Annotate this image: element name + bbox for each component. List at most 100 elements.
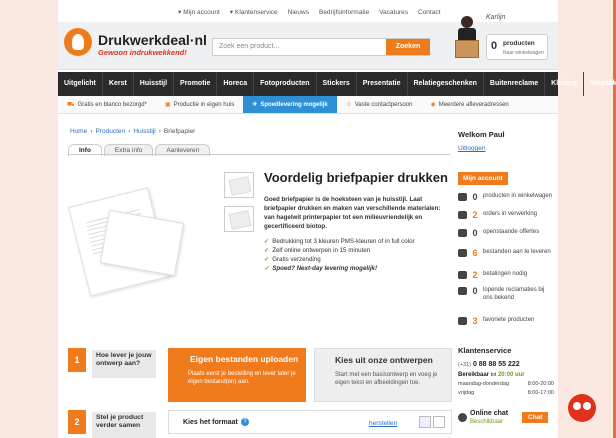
topnav-contact[interactable]: Contact bbox=[418, 8, 440, 16]
mascot-karlijn-image bbox=[452, 14, 482, 70]
quote-icon bbox=[458, 229, 467, 237]
nav-item-stickers[interactable]: Stickers bbox=[317, 72, 357, 96]
cart-count: 0 bbox=[491, 40, 498, 52]
stat-orders[interactable]: 2 orders in verwerking bbox=[458, 210, 554, 220]
topnav-klantenservice[interactable]: ▾ Klantenservice bbox=[230, 8, 278, 17]
mascot-name: Karlijn bbox=[486, 14, 506, 21]
reachable-label: Bereikbaar tot 20:00 uur bbox=[458, 372, 525, 378]
topnav-nieuws[interactable]: Nieuws bbox=[288, 8, 309, 16]
chat-status: Beschikbaar bbox=[470, 419, 504, 425]
factory-icon: ▣ bbox=[164, 101, 171, 108]
stat-cart[interactable]: 0 producten in winkelwagen bbox=[458, 192, 554, 202]
logo-subtitle: Gewoon indrukwekkend! bbox=[98, 48, 187, 57]
nav-item-fotoproducten[interactable]: Fotoproducten bbox=[254, 72, 317, 96]
person-icon: ☺ bbox=[345, 101, 352, 108]
nav-item-kerst[interactable]: Kerst bbox=[103, 72, 134, 96]
stat-payments[interactable]: 2 betalingen nodig bbox=[458, 270, 554, 280]
feature-item: ✓ Spoed? Next-day levering mogelijk! bbox=[264, 265, 378, 272]
upload-own-files-option[interactable]: Eigen bestanden uploaden Plaats eerst je… bbox=[168, 348, 306, 402]
usp-spoedlevering[interactable]: ✈ Spoedlevering mogelijk bbox=[243, 96, 337, 113]
nav-item-verpakking[interactable]: Verpakking bbox=[584, 72, 616, 96]
nav-item-kleding[interactable]: Kleding bbox=[545, 72, 584, 96]
breadcrumb-home[interactable]: Home bbox=[70, 128, 87, 135]
usp-gratis-bezorgd[interactable]: ⛟ Gratis en blanco bezorgd* bbox=[58, 96, 156, 113]
list-view-icon[interactable] bbox=[433, 416, 445, 428]
help-icon[interactable]: ? bbox=[241, 418, 249, 426]
check-icon: ✓ bbox=[264, 265, 270, 272]
search-button[interactable]: Zoeken bbox=[386, 39, 430, 55]
stat-files[interactable]: 6 bestanden aan te leveren bbox=[458, 248, 554, 258]
stat-complaints[interactable]: 0 lopende reclamaties bij ons bekend bbox=[458, 286, 554, 302]
breadcrumb-current: Briefpapier bbox=[163, 128, 196, 135]
design-description: Start met een basisontwerp en voeg je ei… bbox=[335, 372, 438, 386]
phone-number[interactable]: (+31) 0 88 88 55 222 bbox=[458, 361, 554, 368]
nav-item-presentatie[interactable]: Presentatie bbox=[357, 72, 408, 96]
page-container: ▾ Mijn account ▾ Klantenservice Nieuws B… bbox=[58, 0, 616, 438]
usp-bar: ⛟ Gratis en blanco bezorgd* ▣ Productie in… bbox=[58, 96, 558, 114]
format-selector-row: Kies het formaat ? herstellen bbox=[168, 410, 452, 434]
nav-item-uitgelicht[interactable]: Uitgelicht bbox=[58, 72, 103, 96]
chat-button[interactable]: Chat bbox=[522, 412, 549, 423]
breadcrumb-huisstijl[interactable]: Huisstijl bbox=[133, 128, 155, 135]
top-navigation: ▾ Mijn account ▾ Klantenservice Nieuws B… bbox=[178, 8, 440, 17]
step-label: Hoe lever je jouw ontwerp aan? bbox=[92, 350, 156, 378]
heart-icon bbox=[458, 317, 467, 325]
alert-icon bbox=[458, 287, 467, 295]
feature-item: ✓ Gratis verzending bbox=[264, 256, 321, 263]
topnav-mijn-account[interactable]: ▾ Mijn account bbox=[178, 8, 220, 17]
cart-label: producten bbox=[503, 40, 535, 47]
usp-afleveradressen[interactable]: ◉ Meerdere afleveradressen bbox=[421, 96, 517, 113]
clock-icon bbox=[458, 211, 467, 219]
nav-item-promotie[interactable]: Promotie bbox=[174, 72, 218, 96]
euro-icon bbox=[458, 271, 467, 279]
account-sidebar: Welkom Paul Uitloggen Mijn account 0 prod… bbox=[458, 130, 554, 326]
main-navigation: Uitgelicht Kerst Huisstijl Promotie Hore… bbox=[58, 72, 616, 96]
site-header: Drukwerkdeal·nl Gewoon indrukwekkend! Zo… bbox=[58, 14, 558, 70]
check-icon: ✓ bbox=[264, 238, 270, 245]
usp-productie[interactable]: ▣ Productie in eigen huis bbox=[156, 96, 243, 113]
rocket-icon: ✈ bbox=[252, 101, 258, 108]
tab-divider bbox=[68, 154, 450, 155]
topnav-bedrijfsinformatie[interactable]: Bedrijfsinformatie bbox=[319, 8, 369, 16]
topnav-vacatures[interactable]: Vacatures bbox=[379, 8, 408, 16]
upload-description: Plaats eerst je bestelling en lever late… bbox=[188, 371, 296, 385]
chat-title: Online chat bbox=[470, 410, 509, 417]
hours-row: maandag-donderdag 8:00-20:00 bbox=[458, 381, 554, 387]
format-label: Kies het formaat bbox=[183, 419, 238, 426]
truck-icon: ⛟ bbox=[67, 101, 75, 108]
customer-service-heading: Klantenservice bbox=[458, 346, 512, 355]
cart-link[interactable]: Naar winkelwagen bbox=[503, 50, 544, 56]
nav-item-buitenreclame[interactable]: Buitenreclame bbox=[484, 72, 546, 96]
logo-title[interactable]: Drukwerkdeal·nl bbox=[98, 32, 207, 48]
chat-icon bbox=[458, 413, 467, 422]
nav-item-horeca[interactable]: Horeca bbox=[217, 72, 255, 96]
check-icon: ✓ bbox=[264, 256, 270, 263]
welcome-text: Welkom Paul bbox=[458, 130, 505, 139]
my-account-button[interactable]: Mijn account bbox=[458, 172, 508, 185]
step-number: 2 bbox=[68, 410, 86, 434]
page-background-right bbox=[558, 0, 616, 438]
design-title: Kies uit onze ontwerpen bbox=[335, 355, 433, 365]
check-icon: ✓ bbox=[264, 247, 270, 254]
cart-icon bbox=[458, 193, 467, 201]
product-features: ✓ Bedrukking tot 3 kleuren PMS-kleuren of… bbox=[264, 237, 454, 273]
reset-link[interactable]: herstellen bbox=[369, 420, 397, 427]
logout-link[interactable]: Uitloggen bbox=[458, 145, 554, 152]
breadcrumb-producten[interactable]: Producten bbox=[96, 128, 126, 135]
customer-service-panel: Klantenservice (+31) 0 88 88 55 222 Bere… bbox=[458, 346, 554, 396]
nav-item-relatiegeschenken[interactable]: Relatiegeschenken bbox=[408, 72, 484, 96]
usp-contactpersoon[interactable]: ☺ Vaste contactpersoon bbox=[337, 96, 422, 113]
logo-icon[interactable] bbox=[64, 28, 92, 56]
product-thumbnail[interactable] bbox=[224, 206, 254, 232]
hours-row: vrijdag 8:00-17:00 bbox=[458, 390, 554, 396]
upload-icon bbox=[458, 249, 467, 257]
cart-widget[interactable]: 0 producten Naar winkelwagen bbox=[486, 34, 548, 60]
nav-item-huisstijl[interactable]: Huisstijl bbox=[134, 72, 175, 96]
product-thumbnail[interactable] bbox=[224, 172, 254, 198]
stat-quotes[interactable]: 0 openstaande offertes bbox=[458, 228, 554, 238]
choose-design-option[interactable]: Kies uit onze ontwerpen Start met een ba… bbox=[314, 348, 452, 402]
stat-favorites[interactable]: 3 favoriete producten bbox=[458, 316, 554, 326]
mascot-character-image bbox=[558, 388, 606, 438]
grid-view-icon[interactable] bbox=[419, 416, 431, 428]
feature-item: ✓ Zelf online ontwerpen in 15 minuten bbox=[264, 247, 371, 254]
